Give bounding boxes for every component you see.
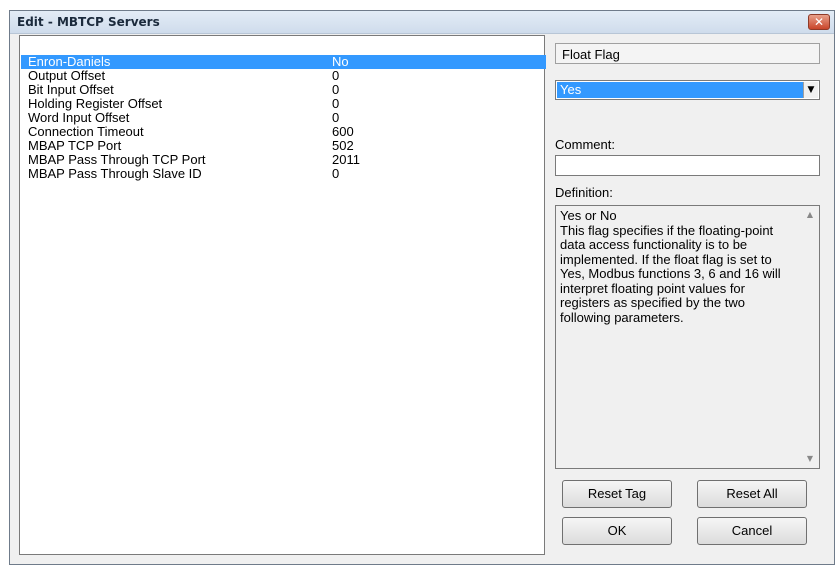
parameter-title: Float Flag bbox=[555, 43, 820, 64]
parameter-row[interactable]: MBAP Pass Through Slave ID 0 bbox=[21, 167, 378, 181]
title-bar[interactable]: Edit - MBTCP Servers ✕ bbox=[10, 11, 834, 34]
definition-text: Yes or No This flag specifies if the flo… bbox=[560, 208, 781, 325]
parameter-name: MBAP TCP Port bbox=[28, 138, 122, 153]
close-button[interactable]: ✕ bbox=[808, 14, 830, 30]
comment-label: Comment: bbox=[555, 137, 615, 152]
parameter-row[interactable]: MBAP Pass Through TCP Port 2011 bbox=[21, 153, 378, 167]
parameter-row[interactable]: Holding Register Offset 0 bbox=[21, 97, 378, 111]
parameter-row[interactable]: Enron-Daniels No bbox=[21, 55, 546, 69]
parameter-row[interactable]: Output Offset 0 bbox=[21, 69, 378, 83]
selected-value: Yes bbox=[557, 82, 806, 98]
chevron-down-icon[interactable]: ▼ bbox=[803, 82, 818, 98]
parameter-row[interactable]: Bit Input Offset 0 bbox=[21, 83, 378, 97]
parameter-name: MBAP Pass Through TCP Port bbox=[28, 152, 206, 167]
parameter-name: Word Input Offset bbox=[28, 110, 130, 125]
parameter-value: 0 bbox=[332, 96, 340, 111]
cancel-button[interactable]: Cancel bbox=[697, 517, 807, 545]
parameter-row[interactable]: Word Input Offset 0 bbox=[21, 111, 378, 125]
parameter-value: 2011 bbox=[332, 152, 360, 167]
parameter-value: No bbox=[332, 54, 349, 69]
definition-box: Yes or No This flag specifies if the flo… bbox=[555, 205, 820, 469]
parameter-name: Holding Register Offset bbox=[28, 96, 163, 111]
parameter-name: Connection Timeout bbox=[28, 124, 144, 139]
reset-all-button[interactable]: Reset All bbox=[697, 480, 807, 508]
parameter-name: MBAP Pass Through Slave ID bbox=[28, 166, 202, 181]
value-dropdown[interactable]: Yes ▼ bbox=[555, 80, 820, 100]
parameter-value: 0 bbox=[332, 82, 340, 97]
comment-input[interactable] bbox=[555, 155, 820, 176]
scroll-up-icon[interactable]: ▲ bbox=[802, 207, 818, 223]
parameter-list[interactable]: Enron-Daniels No Output Offset 0 Bit Input O… bbox=[19, 35, 546, 555]
scroll-down-icon[interactable]: ▼ bbox=[802, 451, 818, 467]
parameter-name: Enron-Daniels bbox=[28, 54, 111, 69]
parameter-value: 600 bbox=[332, 124, 354, 139]
definition-scrollbar[interactable]: ▲ ▼ bbox=[802, 207, 818, 467]
parameter-value: 0 bbox=[332, 110, 340, 125]
parameter-row[interactable]: MBAP TCP Port 502 bbox=[21, 139, 378, 153]
parameter-rows: Enron-Daniels No Output Offset 0 Bit Input O… bbox=[21, 55, 546, 181]
close-icon: ✕ bbox=[813, 15, 825, 29]
parameter-row[interactable]: Connection Timeout 600 bbox=[21, 125, 378, 139]
reset-tag-button[interactable]: Reset Tag bbox=[562, 480, 672, 508]
window-title: Edit - MBTCP Servers bbox=[17, 15, 160, 29]
parameter-name: Output Offset bbox=[28, 68, 106, 83]
parameter-name: Bit Input Offset bbox=[28, 82, 114, 97]
parameter-value: 502 bbox=[332, 138, 354, 153]
ok-button[interactable]: OK bbox=[562, 517, 672, 545]
parameter-value: 0 bbox=[332, 68, 340, 83]
definition-label: Definition: bbox=[555, 185, 613, 200]
parameter-value: 0 bbox=[332, 166, 340, 181]
